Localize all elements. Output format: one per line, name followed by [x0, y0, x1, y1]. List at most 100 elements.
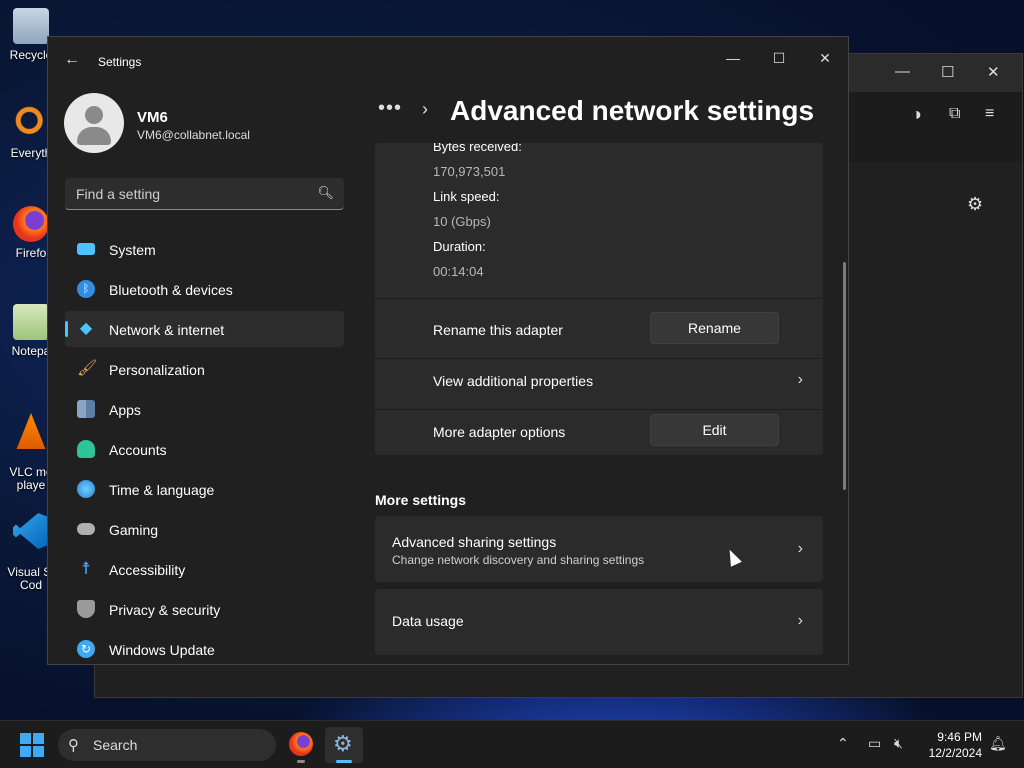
sidebar-item-time-language[interactable]: Time & language [65, 471, 344, 507]
start-button[interactable] [20, 733, 44, 757]
clock-time: 9:46 PM [937, 730, 982, 744]
sidebar-item-label: Time & language [109, 482, 215, 498]
vscode-icon [13, 513, 49, 549]
duration-value: 00:14:04 [433, 264, 484, 279]
sidebar-item-label: System [109, 242, 156, 258]
volume-muted-icon[interactable]: 🔇︎ [894, 735, 903, 752]
sidebar-item-label: Apps [109, 402, 141, 418]
sidebar-item-label: Bluetooth & devices [109, 282, 233, 298]
update-icon: ↻ [77, 640, 95, 658]
taskbar-firefox[interactable] [282, 727, 320, 763]
page-title: Advanced network settings [450, 95, 815, 126]
taskbar: ⚲ Search ⚙ ⌃ ▭ 🔇︎ 9:46 PM 12/2/2024 🔔︎ [0, 720, 1024, 768]
taskbar-settings[interactable]: ⚙ [325, 727, 363, 763]
setting-subtitle: Change network discovery and sharing set… [392, 553, 645, 567]
search-icon: ⚲ [68, 737, 79, 754]
breadcrumb-overflow-button[interactable]: ••• [378, 97, 402, 120]
magnifier-icon [13, 106, 49, 142]
recycle-bin-icon [13, 8, 49, 44]
sidebar-item-bluetooth[interactable]: ᛒ Bluetooth & devices [65, 271, 344, 307]
back-arrow-icon[interactable]: ← [64, 51, 80, 69]
minimize-icon[interactable]: — [895, 63, 910, 80]
contrast-icon[interactable]: ◑ [911, 104, 922, 125]
minimize-button[interactable]: — [710, 43, 756, 73]
edit-button[interactable]: Edit [650, 414, 779, 446]
main-content: Bytes received: 170,973,501 Link speed: … [375, 143, 824, 664]
bytes-received-label: Bytes received: [433, 143, 522, 154]
chevron-right-icon: › [797, 371, 803, 388]
search-icon: 🔍︎ [317, 185, 334, 200]
notepad-icon [13, 304, 49, 340]
app-title: Settings [98, 55, 142, 69]
sidebar-item-gaming[interactable]: Gaming [65, 511, 344, 547]
gear-icon: ⚙ [333, 731, 353, 756]
sidebar-nav: System ᛒ Bluetooth & devices ◆ Network &… [65, 231, 344, 664]
running-indicator [336, 760, 352, 763]
maximize-button[interactable]: ☐ [756, 43, 802, 73]
taskbar-search[interactable]: ⚲ Search [58, 729, 276, 761]
content-scrollbar[interactable] [843, 262, 846, 490]
sidebar-item-label: Accounts [109, 442, 167, 458]
sidebar-item-personalization[interactable]: 🖌︎ Personalization [65, 351, 344, 387]
menu-icon[interactable]: ≡ [985, 105, 994, 123]
duration-label: Duration: [433, 239, 486, 254]
monitor-icon [77, 243, 95, 255]
chevron-up-icon[interactable]: ⌃ [837, 735, 849, 752]
person-icon [77, 440, 95, 458]
setting-title: Advanced sharing settings [392, 534, 557, 550]
adapter-details-card: Bytes received: 170,973,501 Link speed: … [375, 143, 823, 455]
running-indicator [297, 760, 305, 763]
sidebar-item-label: Network & internet [109, 322, 225, 338]
network-icon[interactable]: ▭ [868, 735, 881, 752]
wifi-icon: ◆ [79, 320, 93, 337]
sidebar-item-label: Accessibility [109, 562, 186, 578]
settings-window: ← Settings — ☐ ✕ VM6 VM6@collabnet.local… [47, 36, 849, 665]
accessibility-icon: ☨ [81, 559, 91, 578]
chevron-right-icon: › [797, 612, 803, 629]
view-additional-properties-row[interactable]: View additional properties › [375, 359, 823, 409]
advanced-sharing-settings-row[interactable]: Advanced sharing settings Change network… [375, 516, 823, 582]
maximize-icon[interactable]: ☐ [941, 63, 954, 81]
shield-icon [77, 600, 95, 618]
taskbar-clock[interactable]: 9:46 PM 12/2/2024 [920, 729, 982, 761]
brush-icon: 🖌︎ [77, 360, 98, 377]
taskbar-search-label: Search [93, 737, 138, 753]
data-usage-row[interactable]: Data usage › [375, 589, 823, 655]
gamepad-icon [77, 523, 95, 535]
extension-icon[interactable]: ⧉ [949, 105, 960, 123]
setting-title: Data usage [392, 613, 464, 629]
link-speed-value: 10 (Gbps) [433, 214, 491, 229]
sidebar-item-privacy[interactable]: Privacy & security [65, 591, 344, 627]
bluetooth-icon: ᛒ [77, 280, 95, 298]
sidebar-item-label: Windows Update [109, 642, 215, 658]
chevron-right-icon: › [797, 540, 803, 557]
find-setting-input[interactable]: Find a setting 🔍︎ [65, 178, 344, 210]
rename-button[interactable]: Rename [650, 312, 779, 344]
sidebar-item-label: Personalization [109, 362, 205, 378]
firefox-icon [289, 732, 313, 756]
sidebar-item-accessibility[interactable]: ☨ Accessibility [65, 551, 344, 587]
sidebar-item-system[interactable]: System [65, 231, 344, 267]
bell-icon[interactable]: 🔔︎ [989, 735, 1007, 752]
rename-adapter-label: Rename this adapter [433, 322, 563, 338]
divider [375, 409, 823, 410]
sidebar-item-label: Gaming [109, 522, 159, 538]
sidebar-item-label: Privacy & security [109, 602, 221, 618]
bytes-received-value: 170,973,501 [433, 164, 506, 179]
clock-date: 12/2/2024 [928, 746, 982, 760]
gear-icon[interactable]: ⚙ [967, 194, 983, 215]
view-properties-label: View additional properties [433, 373, 594, 389]
apps-icon [77, 400, 95, 418]
firefox-icon [13, 206, 49, 242]
sidebar-item-windows-update[interactable]: ↻ Windows Update [65, 631, 344, 664]
link-speed-label: Link speed: [433, 189, 500, 204]
sidebar-item-network[interactable]: ◆ Network & internet [65, 311, 344, 347]
close-icon[interactable]: ✕ [987, 63, 1000, 81]
close-button[interactable]: ✕ [802, 43, 848, 73]
sidebar-item-apps[interactable]: Apps [65, 391, 344, 427]
settings-titlebar: ← Settings — ☐ ✕ [48, 37, 848, 83]
divider [375, 298, 823, 299]
sidebar-item-accounts[interactable]: Accounts [65, 431, 344, 467]
user-email: VM6@collabnet.local [137, 128, 250, 142]
search-placeholder: Find a setting [76, 186, 161, 202]
